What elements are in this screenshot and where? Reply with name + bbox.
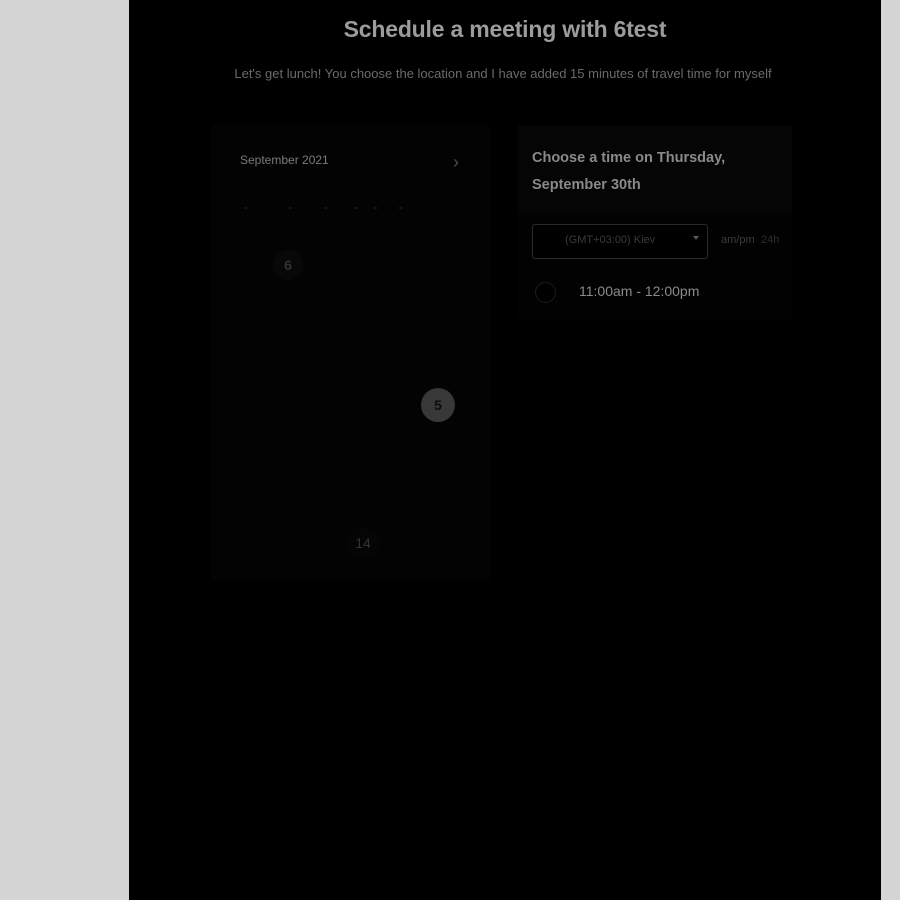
weekday-mark — [324, 207, 327, 209]
scheduler-panel: Schedule a meeting with 6test Let's get … — [129, 0, 881, 900]
time-format-24h-toggle[interactable]: 24h — [761, 234, 779, 246]
timezone-select[interactable]: (GMT+03:00) Kiev — [532, 224, 708, 259]
calendar-day-selected[interactable]: 5 — [421, 388, 455, 422]
time-format-ampm-toggle[interactable]: am/pm — [721, 234, 755, 246]
weekday-mark — [354, 207, 357, 209]
calendar-month-label: September 2021 — [240, 153, 329, 167]
chevron-right-icon: › — [453, 152, 459, 172]
calendar-card: September 2021 › 6 5 14 — [211, 125, 491, 580]
calendar-day[interactable]: 6 — [273, 250, 303, 280]
time-slot-option[interactable]: 11:00am - 12:00pm — [534, 280, 754, 304]
time-selection-header: Choose a time on Thursday, September 30t… — [518, 125, 792, 213]
calendar-day[interactable]: 14 — [347, 527, 379, 559]
weekday-mark — [399, 207, 402, 209]
page-subtitle: Let's get lunch! You choose the location… — [234, 66, 772, 81]
time-selection-card: Choose a time on Thursday, September 30t… — [518, 125, 792, 320]
timezone-value: (GMT+03:00) Kiev — [565, 234, 656, 246]
caret-down-icon — [693, 236, 699, 240]
time-slot-label: 11:00am - 12:00pm — [579, 283, 700, 299]
weekday-mark — [374, 207, 377, 209]
weekday-mark — [289, 207, 292, 209]
next-month-button[interactable]: › — [447, 151, 465, 173]
weekday-mark — [244, 207, 247, 209]
radio-button[interactable] — [535, 282, 556, 303]
time-selection-heading: Choose a time on Thursday, September 30t… — [532, 150, 726, 193]
page-title: Schedule a meeting with 6test — [343, 16, 667, 42]
